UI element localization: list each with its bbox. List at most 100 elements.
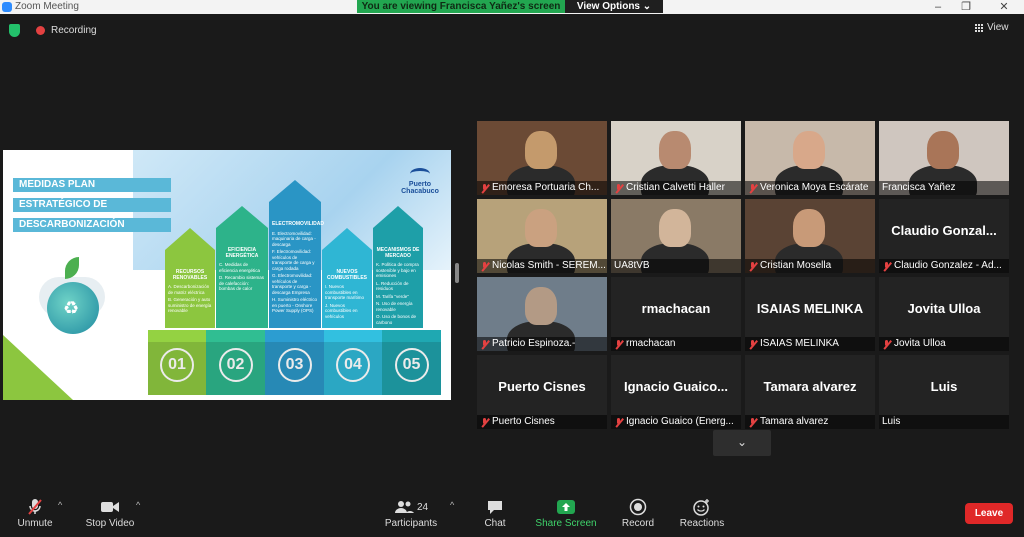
stop-video-button[interactable]: Stop Video bbox=[82, 496, 138, 529]
number-block-1: 01 bbox=[148, 330, 206, 395]
participant-name-label: Cristian Calvetti Haller bbox=[611, 181, 741, 195]
participant-name: Ignacio Guaico (Energ... bbox=[626, 416, 734, 427]
participants-label: Participants bbox=[384, 518, 438, 529]
mic-muted-icon bbox=[28, 499, 42, 515]
participant-tile[interactable]: ISAIAS MELINKA ISAIAS MELINKA bbox=[745, 277, 875, 351]
participant-tile[interactable]: rmachacan rmachacan bbox=[611, 277, 741, 351]
close-button[interactable]: ✕ bbox=[994, 0, 1014, 14]
column-arrow-icon bbox=[269, 180, 321, 202]
chat-button[interactable]: Chat bbox=[478, 496, 512, 529]
participant-tile[interactable]: Nicolas Smith - SEREM... bbox=[477, 199, 607, 273]
measure-item: N. Uso de energía renovable bbox=[376, 301, 413, 312]
view-label: View bbox=[987, 22, 1009, 33]
measure-item: K. Política de compra sostenible y bajo … bbox=[376, 262, 419, 278]
leave-button[interactable]: Leave bbox=[965, 503, 1013, 524]
participant-tile[interactable]: Claudio Gonzal... Claudio Gonzalez - Ad..… bbox=[879, 199, 1009, 273]
reactions-button[interactable]: Reactions bbox=[678, 496, 726, 529]
person-silhouette bbox=[659, 209, 691, 247]
view-button[interactable]: View bbox=[975, 22, 1009, 33]
leaf-icon bbox=[65, 257, 79, 279]
mic-muted-icon bbox=[882, 261, 891, 271]
meeting-topbar bbox=[0, 14, 1024, 48]
eco-illustration: ♻ bbox=[39, 252, 105, 352]
participant-tile[interactable]: Patricio Espinoza.- bbox=[477, 277, 607, 351]
participant-name-label: UA8tVB bbox=[611, 259, 741, 273]
mic-muted-icon bbox=[748, 339, 757, 349]
split-handle[interactable] bbox=[455, 263, 459, 283]
participant-tile[interactable]: Cristian Mosella bbox=[745, 199, 875, 273]
share-screen-icon bbox=[557, 500, 575, 514]
participant-name: Cristian Calvetti Haller bbox=[626, 182, 725, 193]
minimize-button[interactable]: – bbox=[928, 0, 948, 14]
measure-item: O. Uso de bonos de carbono bbox=[376, 314, 417, 325]
number-badge: 02 bbox=[218, 348, 253, 382]
number-block-top bbox=[265, 330, 324, 342]
participant-tile[interactable]: Emoresa Portuaria Ch... bbox=[477, 121, 607, 195]
measure-item: E. Electromovilidad: maquinaria de carga… bbox=[272, 230, 316, 247]
mic-muted-icon bbox=[614, 339, 623, 349]
participant-tile[interactable]: Luis Luis bbox=[879, 355, 1009, 429]
shared-slide: MEDIDAS PLAN ESTRATÉGICO DE DESCARBONIZA… bbox=[3, 150, 451, 400]
person-silhouette bbox=[525, 209, 557, 247]
participants-button[interactable]: 24 Participants bbox=[382, 496, 440, 529]
reactions-label: Reactions bbox=[679, 518, 725, 529]
recycle-icon: ♻ bbox=[63, 298, 80, 318]
participant-name: Luis bbox=[882, 416, 901, 427]
record-icon bbox=[629, 498, 647, 516]
recording-label: Recording bbox=[51, 25, 97, 36]
measure-item: C. Medidas de eficiencia energética bbox=[219, 262, 261, 273]
measure-column-3: ELECTROMOVILIDAD E. Electromovilidad: ma… bbox=[269, 180, 324, 328]
participant-name: Tamara alvarez bbox=[760, 416, 829, 427]
chat-icon bbox=[488, 501, 502, 514]
share-banner: You are viewing Francisca Yañez's screen bbox=[357, 0, 565, 13]
participant-tile[interactable]: Ignacio Guaico... Ignacio Guaico (Energ..… bbox=[611, 355, 741, 429]
participant-name: Patricio Espinoza.- bbox=[492, 338, 576, 349]
participant-name: Cristian Mosella bbox=[760, 260, 832, 271]
participant-display-name: Puerto Cisnes bbox=[498, 379, 586, 394]
number-badge: 01 bbox=[160, 348, 194, 382]
slide-title-line-1: MEDIDAS PLAN bbox=[13, 178, 171, 192]
video-options-caret[interactable]: ^ bbox=[136, 500, 140, 510]
next-page-button[interactable]: ⌄ bbox=[713, 430, 771, 456]
restore-button[interactable]: ❐ bbox=[956, 0, 976, 14]
participants-options-caret[interactable]: ^ bbox=[450, 500, 454, 510]
mic-muted-icon bbox=[614, 183, 623, 193]
participant-display-name: Ignacio Guaico... bbox=[623, 379, 729, 394]
participant-tile[interactable]: UA8tVB bbox=[611, 199, 741, 273]
participant-name: Veronica Moya Escárate bbox=[760, 182, 869, 193]
participant-tile[interactable]: Veronica Moya Escárate bbox=[745, 121, 875, 195]
audio-options-caret[interactable]: ^ bbox=[58, 500, 62, 510]
participant-name-label: Claudio Gonzalez - Ad... bbox=[879, 259, 1009, 273]
participant-tile[interactable]: Cristian Calvetti Haller bbox=[611, 121, 741, 195]
gallery-view: Emoresa Portuaria Ch... Cristian Calvetti… bbox=[477, 121, 1009, 429]
number-badge: 05 bbox=[394, 348, 429, 382]
participant-name-label: Nicolas Smith - SEREM... bbox=[477, 259, 607, 273]
measure-column-4-head: NUEVOS COMBUSTIBLES bbox=[327, 269, 367, 281]
participant-name: ISAIAS MELINKA bbox=[760, 338, 839, 349]
person-silhouette bbox=[927, 131, 959, 169]
measure-item: M. Tarifa "verde" bbox=[376, 293, 409, 299]
participant-tile[interactable]: Francisca Yañez bbox=[879, 121, 1009, 195]
participant-display-name: Claudio Gonzal... bbox=[891, 223, 997, 238]
measure-column-2: EFICIENCIA ENERGÉTICA C. Medidas de efic… bbox=[216, 206, 268, 328]
unmute-button[interactable]: Unmute bbox=[12, 496, 58, 529]
participant-name: UA8tVB bbox=[614, 260, 650, 271]
measure-item: J. Nuevos combustibles en vehículos bbox=[325, 302, 358, 319]
participant-tile[interactable]: Jovita Ulloa Jovita Ulloa bbox=[879, 277, 1009, 351]
participant-name: Puerto Cisnes bbox=[492, 416, 555, 427]
meeting-toolbar bbox=[0, 493, 1024, 537]
view-options-button[interactable]: View Options ⌄ bbox=[565, 0, 663, 13]
measure-item: L. Reducción de residuos bbox=[376, 280, 409, 292]
mic-muted-icon bbox=[480, 183, 489, 193]
security-shield-icon[interactable] bbox=[9, 24, 20, 37]
mic-muted-icon bbox=[614, 417, 623, 427]
participant-tile[interactable]: Puerto Cisnes Puerto Cisnes bbox=[477, 355, 607, 429]
participant-name: Jovita Ulloa bbox=[894, 338, 946, 349]
share-screen-button[interactable]: Share Screen bbox=[533, 496, 599, 529]
measure-column-3-head: ELECTROMOVILIDAD bbox=[272, 221, 324, 227]
record-button[interactable]: Record bbox=[618, 496, 658, 529]
measure-column-2-head: EFICIENCIA ENERGÉTICA bbox=[225, 247, 259, 259]
column-arrow-icon bbox=[373, 206, 423, 228]
person-silhouette bbox=[659, 131, 691, 169]
participant-tile[interactable]: Tamara alvarez Tamara alvarez bbox=[745, 355, 875, 429]
